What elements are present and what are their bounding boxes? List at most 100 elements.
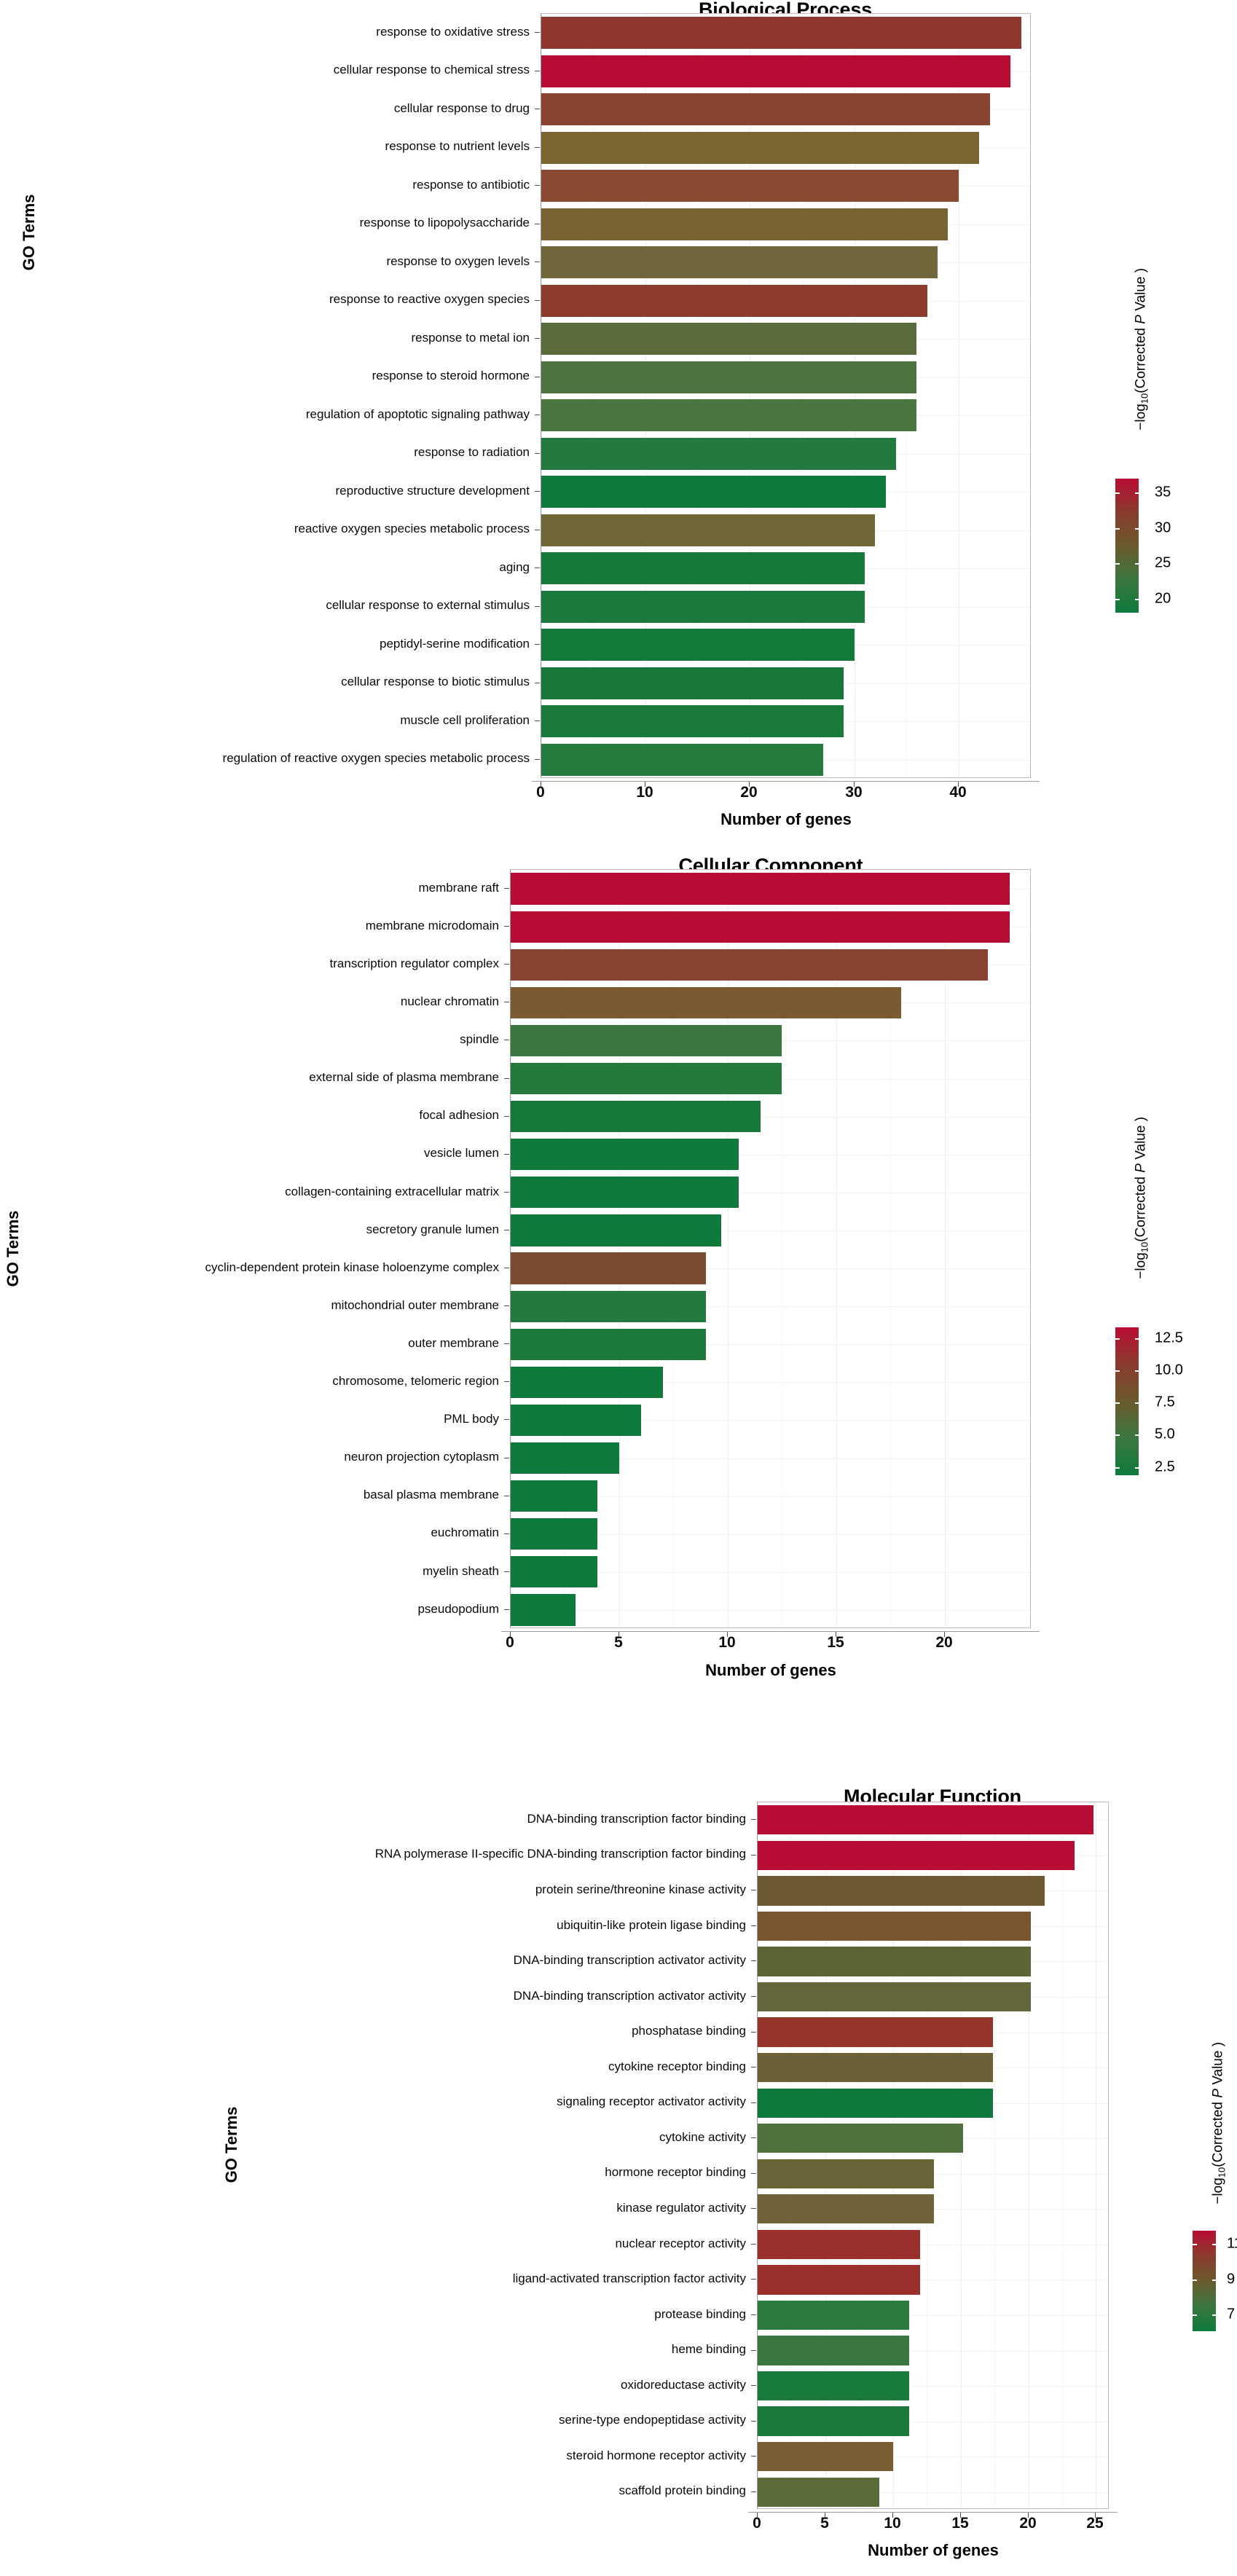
legend-colorbar: [1115, 478, 1139, 613]
y-axis-category-label: DNA-binding transcription factor binding: [527, 1811, 747, 1826]
legend-tick: [1135, 1467, 1140, 1469]
y-axis-category-label: cellular response to drug: [393, 101, 530, 115]
y-axis-tick: [504, 926, 509, 927]
x-axis-tick-label: 5: [820, 2515, 829, 2532]
bar: [511, 1518, 598, 1550]
y-axis-tick: [535, 32, 540, 33]
y-axis-category-label: serine-type endopeptidase activity: [558, 2413, 746, 2427]
y-axis-category-label: response to radiation: [414, 445, 530, 460]
legend-tick: [1115, 563, 1120, 565]
bar: [541, 437, 896, 470]
y-axis-tick: [751, 2032, 756, 2033]
legend-tick: [1135, 563, 1140, 565]
legend-tick-label: 12.5: [1155, 1330, 1183, 1346]
y-axis-tick: [535, 606, 540, 607]
bar: [758, 2088, 994, 2118]
gridline-vertical-minor: [802, 14, 803, 777]
bar: [541, 399, 917, 432]
bar: [758, 1876, 1045, 1906]
x-axis-tick-label: 5: [614, 1634, 623, 1651]
legend-title: −log10(Corrected P Value ): [1210, 2041, 1228, 2204]
y-axis-tick: [751, 1960, 756, 1961]
bar: [541, 476, 886, 508]
legend-colorbar: [1115, 1327, 1139, 1476]
x-axis-line: [748, 2512, 1118, 2513]
legend-tick-label: 5.0: [1155, 1426, 1175, 1442]
plot-area-mf: [757, 1802, 1109, 2509]
legend-tick: [1135, 1370, 1140, 1372]
bar: [758, 2442, 893, 2472]
y-axis-category-label: chromosome, telomeric region: [332, 1374, 499, 1388]
legend-tick-label: 20: [1155, 590, 1171, 607]
y-axis-tick: [751, 2314, 756, 2315]
y-axis-category-label: vesicle lumen: [424, 1146, 499, 1161]
legend-tick: [1212, 2314, 1217, 2316]
y-axis-category-label: regulation of reactive oxygen species me…: [222, 751, 530, 766]
y-axis-tick: [751, 2350, 756, 2351]
y-axis-category-label: external side of plasma membrane: [309, 1070, 499, 1085]
y-axis-category-label: signaling receptor activator activity: [557, 2094, 746, 2109]
y-axis-tick: [751, 1819, 756, 1820]
legend-tick-label: 7.5: [1155, 1394, 1175, 1410]
y-axis-tick: [751, 1996, 756, 1997]
bar: [758, 1840, 1075, 1870]
gridline-vertical: [645, 14, 646, 777]
legend-title: −log10(Corrected P Value ): [1133, 1116, 1150, 1279]
gridline-vertical: [541, 14, 542, 777]
y-axis-category-label: response to oxygen levels: [386, 254, 530, 268]
bar: [758, 1805, 1093, 1835]
y-axis-category-label: aging: [499, 559, 530, 574]
gridline-vertical-minor: [791, 1802, 792, 2508]
bar: [541, 667, 844, 699]
y-axis-category-label: scaffold protein binding: [618, 2483, 746, 2498]
bar: [511, 1442, 619, 1474]
x-axis-tick-label: 20: [740, 784, 758, 801]
legend-tick-label: 7: [1227, 2306, 1236, 2322]
bar: [541, 323, 917, 356]
legend-tick: [1192, 2279, 1197, 2281]
y-axis-category-label: protease binding: [654, 2306, 746, 2321]
y-axis-category-label: peptidyl-serine modification: [380, 636, 530, 651]
y-axis-tick: [535, 300, 540, 301]
gridline-vertical: [728, 870, 729, 1627]
panel-molecular-function: Molecular Function GO Terms DNA-binding …: [0, 1716, 1237, 2576]
y-axis-category-label: hormone receptor binding: [605, 2165, 746, 2180]
legend-tick: [1135, 528, 1140, 530]
legend-tick: [1135, 599, 1140, 600]
y-axis-title-cc: GO Terms: [4, 1210, 22, 1287]
y-axis-tick: [535, 338, 540, 339]
bar: [758, 2229, 920, 2259]
legend-tick-label: 35: [1155, 484, 1171, 500]
bar: [511, 949, 989, 981]
y-axis-category-label: mitochondrial outer membrane: [331, 1297, 499, 1312]
y-axis-tick: [751, 2421, 756, 2422]
y-axis-tick: [751, 2208, 756, 2209]
legend-tick: [1115, 492, 1120, 494]
legend-tick: [1212, 2279, 1217, 2281]
y-axis-tick: [504, 1078, 509, 1079]
bar: [511, 1062, 782, 1095]
x-axis-tick-label: 20: [1019, 2515, 1037, 2532]
bar: [511, 1366, 663, 1398]
bar: [758, 2159, 934, 2188]
y-axis-tick: [535, 720, 540, 721]
x-axis-tick-label: 20: [935, 1634, 953, 1651]
y-axis-tick: [535, 147, 540, 148]
bar: [758, 2406, 910, 2436]
bar: [511, 1594, 576, 1626]
y-axis-tick: [751, 2491, 756, 2492]
bar: [511, 1290, 707, 1322]
bar: [541, 131, 980, 164]
legend-title: −log10(Corrected P Value ): [1133, 267, 1150, 431]
gridline-horizontal: [511, 1610, 1030, 1611]
legend-tick: [1192, 2244, 1197, 2245]
y-axis-tick: [535, 491, 540, 492]
bar: [758, 1947, 1032, 1976]
bar: [511, 986, 902, 1018]
panel-cellular-component: Cellular Component GO Terms membrane raf…: [0, 855, 1237, 1716]
y-axis-tick: [751, 2244, 756, 2245]
legend-tick: [1135, 1338, 1140, 1340]
bar: [511, 1556, 598, 1588]
y-axis-category-label: neuron projection cytoplasm: [344, 1450, 499, 1464]
bar: [758, 2124, 964, 2153]
